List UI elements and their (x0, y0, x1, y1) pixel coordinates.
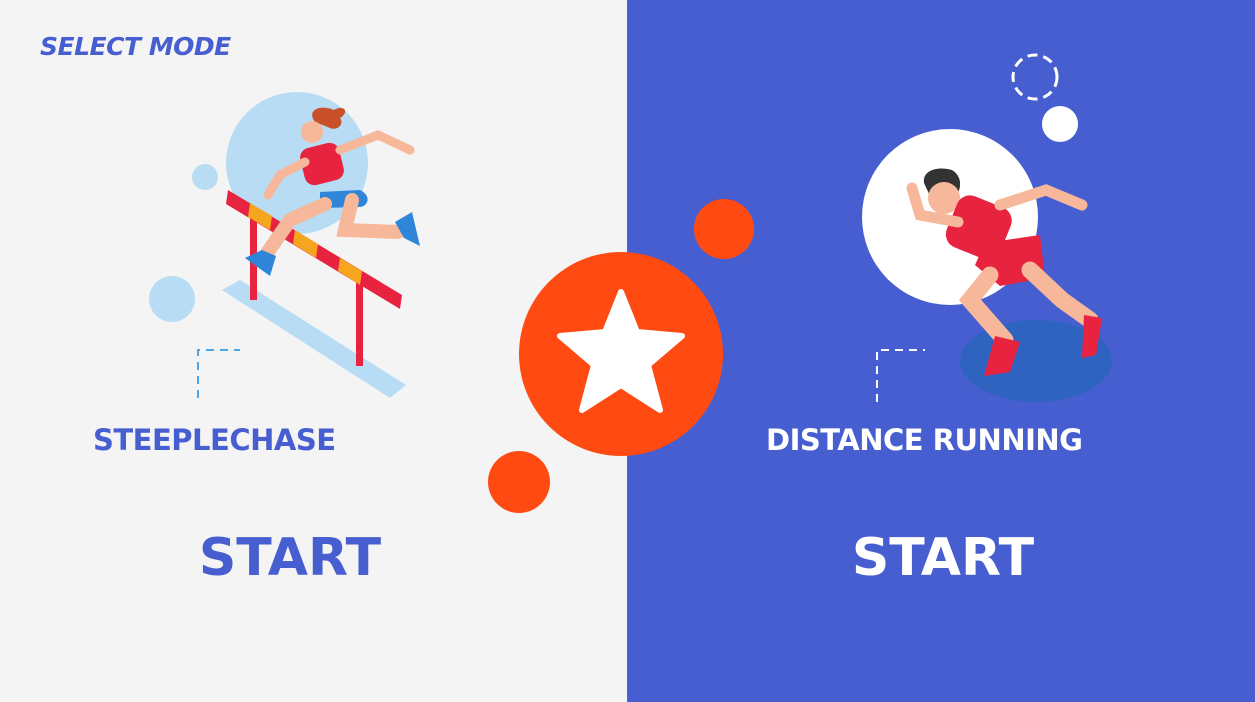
distance-running-label: DISTANCE RUNNING (766, 423, 1083, 457)
select-mode-title: SELECT MODE (40, 32, 231, 61)
small-bubble (192, 164, 218, 190)
distance-running-start-button[interactable]: START (793, 528, 1093, 588)
steeplechase-label: STEEPLECHASE (93, 423, 336, 457)
star-icon (519, 252, 723, 456)
steeplechase-start-button[interactable]: START (140, 528, 440, 588)
orange-bubble (694, 199, 754, 259)
white-bubble (1042, 106, 1078, 142)
small-bubble (149, 276, 195, 322)
orange-bubble (488, 451, 550, 513)
